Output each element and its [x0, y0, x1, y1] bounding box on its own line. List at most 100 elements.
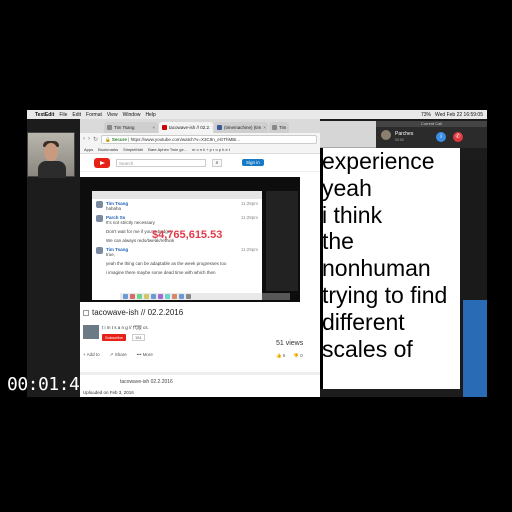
tab-label: Tim Tsang	[114, 125, 135, 130]
url-field[interactable]: 🔒 Secure | https://www.youtube.com/watch…	[101, 134, 317, 144]
facebook-icon	[217, 125, 222, 130]
avatar	[96, 247, 103, 254]
search-input[interactable]: Search	[116, 158, 206, 167]
secure-label: Secure	[111, 136, 127, 142]
menu-window[interactable]: Window	[123, 112, 141, 118]
bookmark-aphex[interactable]: Bare Aphex Twin ge...	[148, 147, 187, 152]
tab-label: (timemachine) (tim	[224, 125, 262, 130]
chat-message: Tim Tsang true, 11:29pm	[92, 245, 262, 259]
caller-name: Parches	[395, 131, 414, 137]
tab-label: Tim	[279, 125, 287, 130]
add-to-button[interactable]: + Add to	[83, 352, 100, 358]
dock-app-icon	[179, 294, 184, 299]
end-call-button[interactable]: ✆	[453, 132, 463, 142]
close-icon[interactable]: ×	[212, 125, 213, 133]
caption-panel: experience yeah i think the nonhuman try…	[320, 148, 460, 389]
caption-line: yeah	[322, 174, 372, 201]
caption-line: i think	[322, 201, 383, 228]
tab-strip: Tim Tsang × tacowave-ish // 02.2. × (tim…	[80, 119, 320, 133]
more-button[interactable]: ••• More	[137, 352, 153, 358]
tab-youtube[interactable]: tacowave-ish // 02.2. ×	[159, 122, 213, 133]
call-status: 00:00	[395, 138, 404, 142]
video-side-panel	[266, 191, 298, 291]
document-icon	[272, 125, 277, 130]
menubar-app-name[interactable]: TextEdit	[35, 112, 54, 118]
search-icon[interactable]: ⌕	[212, 158, 222, 167]
channel-name[interactable]: t i m t s a n g // 代版 cs.	[102, 325, 149, 331]
chat-message: Tim Tsang hahaha 11:28pm	[92, 199, 262, 213]
dock-app-icon	[130, 294, 135, 299]
chat-time: 11:28pm	[240, 215, 258, 220]
channel-avatar[interactable]	[83, 325, 99, 339]
view-count: 51 views	[276, 340, 304, 347]
subscribe-button[interactable]: Subscribe	[102, 334, 126, 341]
chat-message: i imagine there maybe some dead time wit…	[92, 268, 262, 277]
webcam-thumbnail	[27, 132, 75, 178]
share-button[interactable]: ↗ Share	[110, 352, 127, 358]
menu-format[interactable]: Format	[86, 112, 102, 118]
dock-app-icon	[137, 294, 142, 299]
dock-app-icon	[151, 294, 156, 299]
upload-title: tacowave-ish 02.2.2016	[120, 379, 173, 385]
dock-app-icon	[165, 294, 170, 299]
chat-text: hahaha	[106, 206, 122, 211]
dock-app-icon	[186, 294, 191, 299]
video-player[interactable]: Tim Tsang hahaha 11:28pm Parch Ss It's not …	[80, 177, 300, 302]
dock-app-icon	[172, 294, 177, 299]
menu-file[interactable]: File	[59, 112, 67, 118]
bookmark-apps[interactable]: Apps	[84, 147, 93, 152]
like-button[interactable]: 👍 6	[276, 353, 285, 359]
menu-view[interactable]: View	[107, 112, 118, 118]
info-button[interactable]: i	[436, 132, 446, 142]
tab-facebook[interactable]: (timemachine) (tim ×	[214, 122, 268, 133]
dock	[120, 293, 290, 300]
chat-titlebar	[92, 191, 262, 199]
url-text: https://www.youtube.com/watch?v=X3C9n_eG…	[130, 136, 241, 142]
chat-text: i imagine there maybe some dead time wit…	[106, 270, 216, 275]
video-title-row: tacowave-ish // 02.2.2016	[83, 308, 183, 317]
dock-app-icon	[158, 294, 163, 299]
menubar-clock[interactable]: Wed Feb 22 16:59:05	[435, 112, 483, 118]
youtube-logo-icon[interactable]	[94, 157, 110, 168]
tab-label: tacowave-ish // 02.2.	[169, 125, 211, 130]
caller-avatar	[381, 130, 391, 140]
reload-icon[interactable]: ↻	[93, 136, 98, 143]
subscriber-count: 151	[132, 334, 145, 341]
chat-window: Tim Tsang hahaha 11:28pm Parch Ss It's not …	[92, 191, 262, 300]
tab-tim-tsang[interactable]: Tim Tsang ×	[104, 122, 158, 133]
like-bar: 👍 6 👎 0	[276, 353, 303, 359]
bookmark-simplemdir[interactable]: SimpleMdir	[123, 147, 143, 152]
bookmark-bookmarks[interactable]: Bookmarks	[98, 147, 118, 152]
close-icon[interactable]: ×	[152, 125, 155, 133]
back-icon[interactable]: ‹	[83, 136, 85, 142]
caption-line: scales of	[322, 335, 413, 362]
chat-message: Parch Ss It's not strictly necessary 11:28…	[92, 213, 262, 227]
chat-text: It's not strictly necessary	[106, 220, 155, 225]
battery-status[interactable]: 73%	[421, 112, 431, 118]
money-counter: $4,765,615.53	[152, 229, 223, 241]
youtube-icon	[162, 125, 167, 130]
bookmark-monk[interactable]: m o n k + p r o p h e t	[192, 147, 230, 152]
dislike-button[interactable]: 👎 0	[293, 353, 302, 359]
close-icon[interactable]: ×	[263, 125, 266, 133]
dislike-count: 0	[300, 353, 303, 358]
menu-help[interactable]: Help	[145, 112, 155, 118]
menu-edit[interactable]: Edit	[72, 112, 81, 118]
dock-app-icon	[123, 294, 128, 299]
video-actions: + Add to ↗ Share ••• More	[83, 352, 153, 358]
video-title: tacowave-ish // 02.2.2016	[92, 308, 184, 317]
like-count: 6	[282, 353, 286, 358]
avatar	[96, 201, 103, 208]
chat-text: true,	[106, 252, 116, 257]
caption-cursor-bar	[320, 148, 323, 389]
chat-time: 11:29pm	[240, 247, 258, 252]
bookmarks-bar: Apps Bookmarks SimpleMdir Bare Aphex Twi…	[80, 145, 320, 154]
add-to-label: Add to	[86, 352, 100, 357]
sign-in-button[interactable]: Sign in	[242, 159, 264, 166]
forward-icon[interactable]: ›	[88, 136, 90, 142]
caption-line: different	[322, 308, 405, 335]
dock-app-icon	[144, 294, 149, 299]
mac-menubar: TextEdit File Edit Format View Window He…	[27, 110, 487, 119]
tab-tim[interactable]: Tim	[269, 122, 289, 133]
avatar	[96, 215, 103, 222]
